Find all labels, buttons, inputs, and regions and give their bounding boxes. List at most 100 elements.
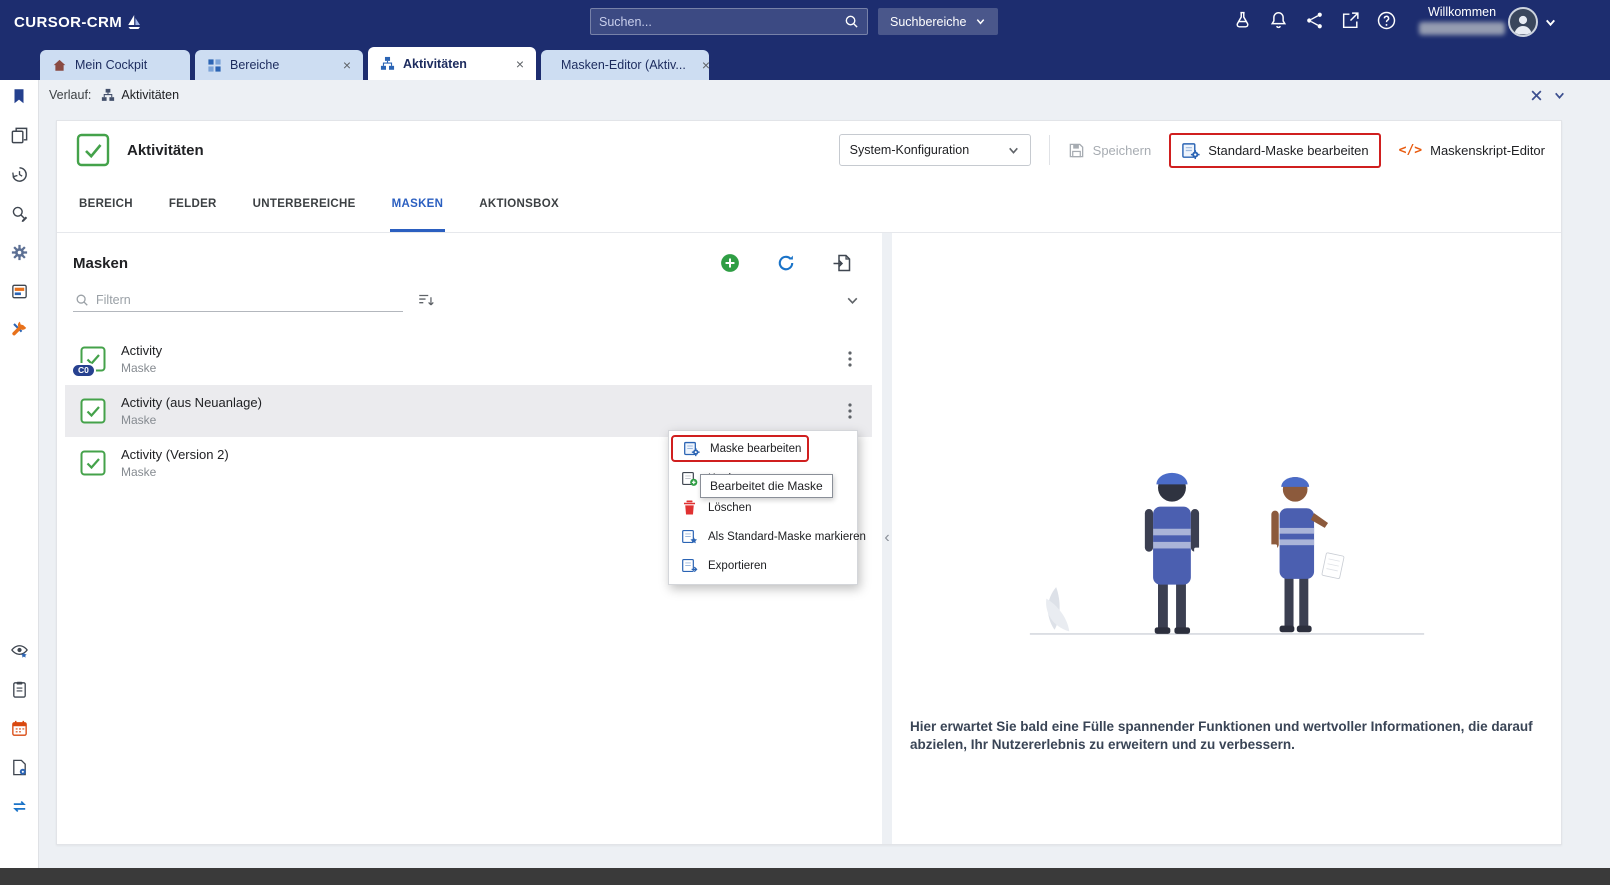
bookmark-icon[interactable] xyxy=(7,84,31,108)
search-scope-button[interactable]: Suchbereiche xyxy=(878,8,998,35)
tab-mein-cockpit[interactable]: Mein Cockpit xyxy=(40,50,190,80)
save-button[interactable]: Speichern xyxy=(1068,142,1152,159)
tab-close-icon[interactable]: × xyxy=(702,57,710,73)
tab-close-icon[interactable]: × xyxy=(343,57,351,73)
card-header: Aktivitäten System-Konfiguration Speiche… xyxy=(57,121,1561,179)
trash-icon xyxy=(681,499,698,516)
add-mask-button[interactable] xyxy=(720,253,740,273)
app-window: CURSOR-CRM Suchbereiche xyxy=(0,0,1610,885)
tab-aktionsbox[interactable]: AKTIONSBOX xyxy=(477,179,561,232)
search-scope-label: Suchbereiche xyxy=(890,15,966,29)
avatar[interactable] xyxy=(1508,7,1538,37)
tab-aktivitaeten[interactable]: Aktivitäten × xyxy=(368,47,536,80)
panel-gutter: ‹ xyxy=(882,233,892,844)
configuration-select[interactable]: System-Konfiguration xyxy=(839,134,1031,166)
history-label: Verlauf: xyxy=(49,88,91,102)
refresh-button[interactable] xyxy=(776,253,796,273)
menu-item-als-standard-maske-markieren[interactable]: Als Standard-Maske markieren xyxy=(669,522,857,551)
menu-item-exportieren[interactable]: Exportieren xyxy=(669,551,857,580)
calendar-icon[interactable] xyxy=(7,716,31,740)
mask-check-icon xyxy=(79,449,107,477)
window-tab-bar: Mein Cockpit Bereiche × Aktivitäten × Ma… xyxy=(0,44,1610,80)
filter-search-icon xyxy=(75,293,89,307)
menu-item-label: Als Standard-Maske markieren xyxy=(708,531,866,543)
mask-name: Activity xyxy=(121,343,162,358)
history-bar: Verlauf: Aktivitäten xyxy=(39,80,1610,110)
sitemap-icon xyxy=(101,88,115,102)
app-logo-text: CURSOR-CRM xyxy=(14,14,122,31)
help-icon[interactable] xyxy=(1376,10,1397,31)
row-menu-kebab-icon[interactable] xyxy=(838,347,862,371)
row-menu-kebab-icon[interactable] xyxy=(838,399,862,423)
mask-script-editor-label: Maskenskript-Editor xyxy=(1430,143,1545,158)
admin-tools-wrench-icon[interactable] xyxy=(7,318,31,342)
mask-name: Activity (aus Neuanlage) xyxy=(121,395,262,410)
tab-label: Masken-Editor (Aktiv... xyxy=(561,58,686,72)
tab-bereiche[interactable]: Bereiche × xyxy=(195,50,363,80)
header-divider xyxy=(1049,135,1050,165)
sync-icon[interactable] xyxy=(7,794,31,818)
sitemap-icon xyxy=(380,56,395,71)
code-icon: </> xyxy=(1399,143,1422,158)
welcome-label: Willkommen xyxy=(1412,5,1512,19)
mask-name: Activity (Version 2) xyxy=(121,447,229,462)
tab-masken-editor[interactable]: Masken-Editor (Aktiv... × xyxy=(541,50,709,80)
page-title: Aktivitäten xyxy=(127,142,204,159)
person-icon xyxy=(1511,11,1535,35)
tab-felder[interactable]: FELDER xyxy=(167,179,219,232)
history-item-label: Aktivitäten xyxy=(121,88,179,102)
menu-item-label: Löschen xyxy=(708,502,751,514)
user-name-redacted xyxy=(1419,22,1505,35)
edit-note-icon[interactable] xyxy=(7,677,31,701)
top-bar: CURSOR-CRM Suchbereiche xyxy=(0,0,1610,44)
filter-field[interactable] xyxy=(73,289,403,312)
tab-unterbereiche[interactable]: UNTERBEREICHE xyxy=(251,179,358,232)
import-mask-button[interactable] xyxy=(832,253,852,273)
close-history-icon[interactable] xyxy=(1530,89,1543,102)
mask-type: Maske xyxy=(121,413,262,427)
tab-label: Aktivitäten xyxy=(403,57,500,71)
history-dropdown-chevron-icon[interactable] xyxy=(1553,89,1566,102)
home-icon xyxy=(52,58,67,73)
tab-bereich[interactable]: BEREICH xyxy=(77,179,135,232)
mask-edit-icon xyxy=(1181,141,1200,160)
mask-type: Maske xyxy=(121,361,162,375)
open-new-window-icon[interactable] xyxy=(1340,10,1361,31)
mask-script-editor-button[interactable]: </> Maskenskript-Editor xyxy=(1399,143,1545,158)
share-icon[interactable] xyxy=(1304,10,1325,31)
history-item-aktivitaeten[interactable]: Aktivitäten xyxy=(101,88,179,102)
activity-entity-icon xyxy=(75,132,111,168)
workers-illustration xyxy=(997,383,1457,663)
tab-masken[interactable]: MASKEN xyxy=(390,179,446,232)
notifications-bell-icon[interactable] xyxy=(1268,10,1289,31)
masks-panel-title: Masken xyxy=(73,255,128,272)
history-icon[interactable] xyxy=(7,162,31,186)
mask-row-activity[interactable]: C0 Activity Maske xyxy=(65,333,872,385)
filter-input[interactable] xyxy=(96,293,401,307)
tab-label: Bereiche xyxy=(230,58,327,72)
expand-filter-chevron-icon[interactable] xyxy=(845,293,860,308)
edit-default-mask-button[interactable]: Standard-Maske bearbeiten xyxy=(1169,133,1380,168)
modules-icon[interactable] xyxy=(7,279,31,303)
app-logo: CURSOR-CRM xyxy=(14,14,141,31)
section-tab-bar: BEREICH FELDER UNTERBEREICHE MASKEN AKTI… xyxy=(57,179,1561,233)
global-search-box[interactable] xyxy=(590,8,868,35)
search-icon[interactable] xyxy=(844,14,859,29)
worker-right xyxy=(1267,477,1344,632)
menu-item-maske-bearbeiten[interactable]: Maske bearbeiten xyxy=(671,435,809,462)
visibility-star-icon[interactable] xyxy=(7,638,31,662)
worker-left xyxy=(1144,473,1203,634)
search-input[interactable] xyxy=(599,15,844,29)
filter-row xyxy=(73,283,866,317)
copy-pages-icon[interactable] xyxy=(7,123,31,147)
search-edit-icon[interactable] xyxy=(7,201,31,225)
sort-icon[interactable] xyxy=(417,291,435,309)
tab-close-icon[interactable]: × xyxy=(516,56,524,72)
menu-item-label: Exportieren xyxy=(708,560,767,572)
profile-chevron-down-icon[interactable] xyxy=(1544,16,1557,29)
settings-gear-icon[interactable] xyxy=(7,240,31,264)
page-settings-icon[interactable] xyxy=(7,755,31,779)
flask-icon[interactable] xyxy=(1232,10,1253,31)
chevron-down-icon xyxy=(1007,144,1020,157)
save-button-label: Speichern xyxy=(1093,143,1152,158)
